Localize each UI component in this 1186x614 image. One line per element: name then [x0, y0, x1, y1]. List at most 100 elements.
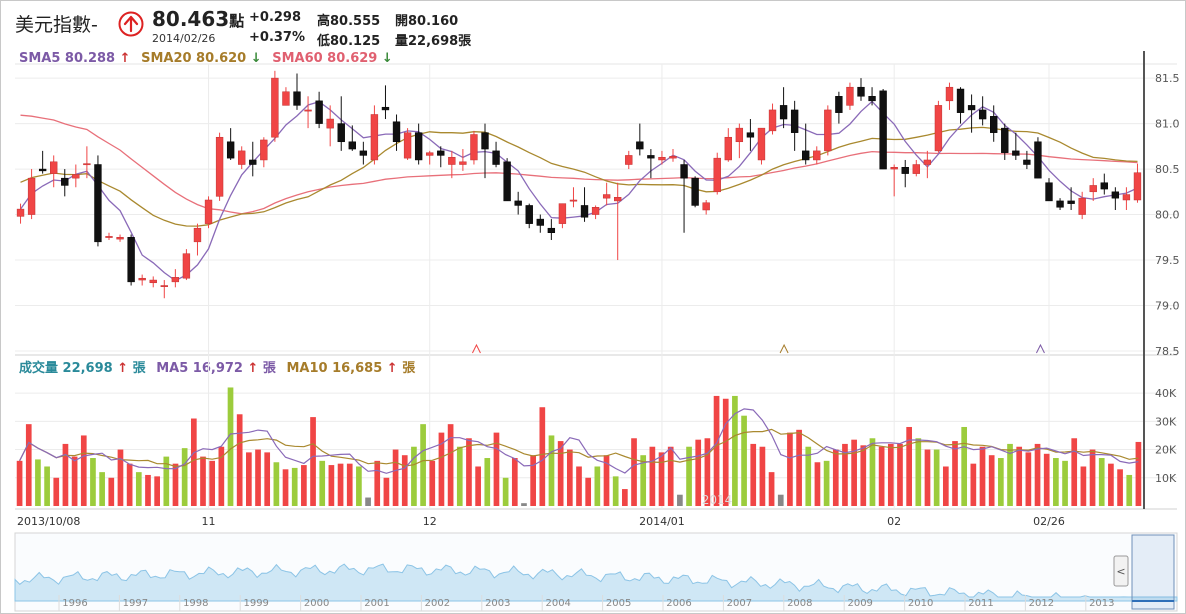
- date-tick-label: 2014/01: [639, 515, 685, 528]
- volume-bar: [869, 438, 876, 506]
- volume-bar: [236, 414, 243, 506]
- volume-bar: [16, 460, 23, 506]
- price-tick-label: 78.5: [1155, 345, 1180, 358]
- candle: [459, 149, 467, 171]
- navigator-year-label: 1999: [243, 598, 268, 609]
- candle: [547, 219, 556, 241]
- navigator-selection-window[interactable]: [1131, 534, 1175, 610]
- candle: [215, 132, 224, 201]
- candle-body: [945, 86, 954, 102]
- candle-body: [669, 156, 677, 159]
- candle-body: [226, 141, 235, 159]
- volume-bar: [181, 448, 188, 506]
- volume-bar: [200, 456, 206, 506]
- candle: [315, 91, 323, 129]
- volume-bar: [722, 398, 729, 506]
- candle: [802, 123, 810, 165]
- volume-bar: [998, 458, 1004, 506]
- volume-bar: [1071, 438, 1078, 506]
- candle: [879, 89, 887, 170]
- volume-bar: [135, 472, 142, 506]
- date-tick-label: 2013/10/08: [17, 515, 80, 528]
- candle: [857, 78, 865, 101]
- price-tick-label: 79.0: [1155, 300, 1180, 313]
- candle-body: [403, 132, 412, 159]
- volume-bar: [631, 438, 637, 506]
- sma20-line: [20, 126, 1138, 227]
- volume-bar: [1117, 469, 1123, 506]
- candle: [337, 96, 345, 151]
- candle: [149, 276, 157, 288]
- volume-bar: [392, 449, 399, 506]
- candle-body: [392, 121, 401, 143]
- chart-frame: 美元指數- 80.463點 2014/02/26 +0.298 +0.37% 高…: [0, 0, 1186, 614]
- candle-body: [1111, 191, 1120, 199]
- volume-bar: [594, 466, 601, 506]
- candle: [1034, 137, 1042, 179]
- price-tick-label: 81.5: [1155, 72, 1180, 85]
- candle: [602, 182, 611, 206]
- volume-bar: [99, 472, 105, 506]
- candle-body: [1012, 150, 1020, 156]
- candle: [94, 155, 102, 247]
- candle-body: [658, 156, 666, 161]
- volume-bar: [548, 435, 555, 506]
- candle-body: [580, 205, 589, 218]
- candle-body: [614, 197, 622, 202]
- volume-bar: [511, 458, 518, 506]
- volume-bar: [585, 477, 592, 506]
- candle: [359, 141, 368, 165]
- volume-bar: [1034, 443, 1041, 506]
- candle-body: [680, 164, 688, 179]
- candle-body: [426, 152, 434, 156]
- candle: [536, 214, 544, 233]
- candle-body: [1001, 127, 1009, 153]
- candle-body: [713, 157, 721, 193]
- candle-body: [1078, 197, 1086, 215]
- candle: [72, 164, 80, 188]
- candle-body: [779, 105, 788, 120]
- volume-bar: [466, 438, 472, 506]
- candle-body: [304, 109, 312, 112]
- candle: [116, 234, 124, 242]
- volume-bar: [612, 476, 619, 506]
- volume-bar: [310, 417, 316, 506]
- volume-bar: [933, 449, 940, 506]
- price-tick-label: 80.0: [1155, 209, 1180, 222]
- candle-body: [470, 134, 478, 161]
- price-volume-chart[interactable]: 78.5 79.0 79.5 80.0 80.5 81.0 81.5 10K 20K 30K 40K…: [1, 1, 1185, 613]
- volume-ma-lines: [19, 408, 1139, 474]
- candle: [127, 234, 135, 286]
- signal-marker: [472, 343, 481, 354]
- volume-bar: [576, 466, 582, 506]
- candle: [61, 169, 69, 197]
- volume-bar: [108, 477, 115, 506]
- volume-bar: [750, 443, 757, 506]
- candle: [403, 128, 412, 160]
- volume-bar: [741, 415, 747, 506]
- candle-body: [492, 150, 500, 165]
- candle-body: [94, 164, 102, 243]
- candle: [669, 149, 677, 162]
- volume-bar: [887, 443, 894, 506]
- volume-bar: [1098, 458, 1105, 506]
- candle-body: [359, 150, 368, 156]
- candle-body: [348, 141, 356, 150]
- candle-body: [282, 91, 290, 106]
- volume-bar: [878, 446, 885, 506]
- navigator-year-label: 2005: [606, 598, 631, 609]
- volume-bar: [126, 463, 133, 506]
- candle: [691, 176, 699, 208]
- candle: [735, 123, 744, 159]
- candle-body: [636, 141, 644, 150]
- volume-bar: [695, 439, 702, 506]
- candle: [724, 128, 732, 162]
- volume-bar: [1062, 460, 1068, 506]
- candle-body: [260, 139, 268, 161]
- candle-body: [901, 166, 909, 174]
- volume-bar: [1135, 441, 1142, 506]
- candle: [978, 96, 987, 126]
- date-tick-label: 02: [887, 515, 901, 528]
- candle-body: [1056, 200, 1064, 208]
- volume-tick-label: 40K: [1155, 387, 1177, 400]
